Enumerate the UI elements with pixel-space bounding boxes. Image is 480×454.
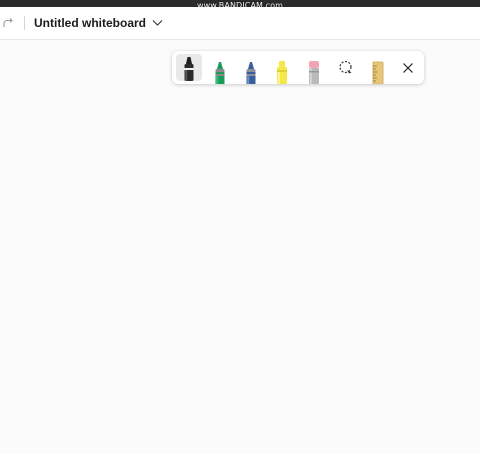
green-pen-tool[interactable]: [207, 54, 233, 84]
highlighter-tool[interactable]: [269, 54, 295, 84]
ruler-icon: [372, 61, 384, 84]
lasso-select-button[interactable]: [335, 57, 357, 79]
title-bar: Untitled whiteboard: [0, 7, 480, 40]
ruler-tool[interactable]: [365, 54, 391, 84]
green-pen-icon: [215, 62, 225, 84]
title-separator: [24, 16, 25, 30]
blue-pen-icon: [246, 62, 256, 84]
inking-toolbar: [172, 51, 424, 84]
black-pen-tool[interactable]: [176, 54, 202, 81]
eraser-tool[interactable]: [301, 54, 327, 84]
chevron-down-icon: [152, 20, 163, 26]
close-icon: [403, 63, 413, 73]
black-pen-icon: [184, 57, 194, 81]
eraser-icon: [309, 61, 319, 84]
whiteboard-canvas[interactable]: [0, 40, 480, 454]
close-toolbar-button[interactable]: [397, 57, 419, 79]
redo-icon: [3, 18, 13, 27]
redo-button[interactable]: [0, 15, 16, 31]
highlighter-icon: [277, 61, 287, 84]
whiteboard-title: Untitled whiteboard: [34, 16, 146, 30]
whiteboard-title-button[interactable]: Untitled whiteboard: [34, 13, 163, 33]
blue-pen-tool[interactable]: [238, 54, 264, 84]
lasso-icon: [339, 60, 352, 74]
